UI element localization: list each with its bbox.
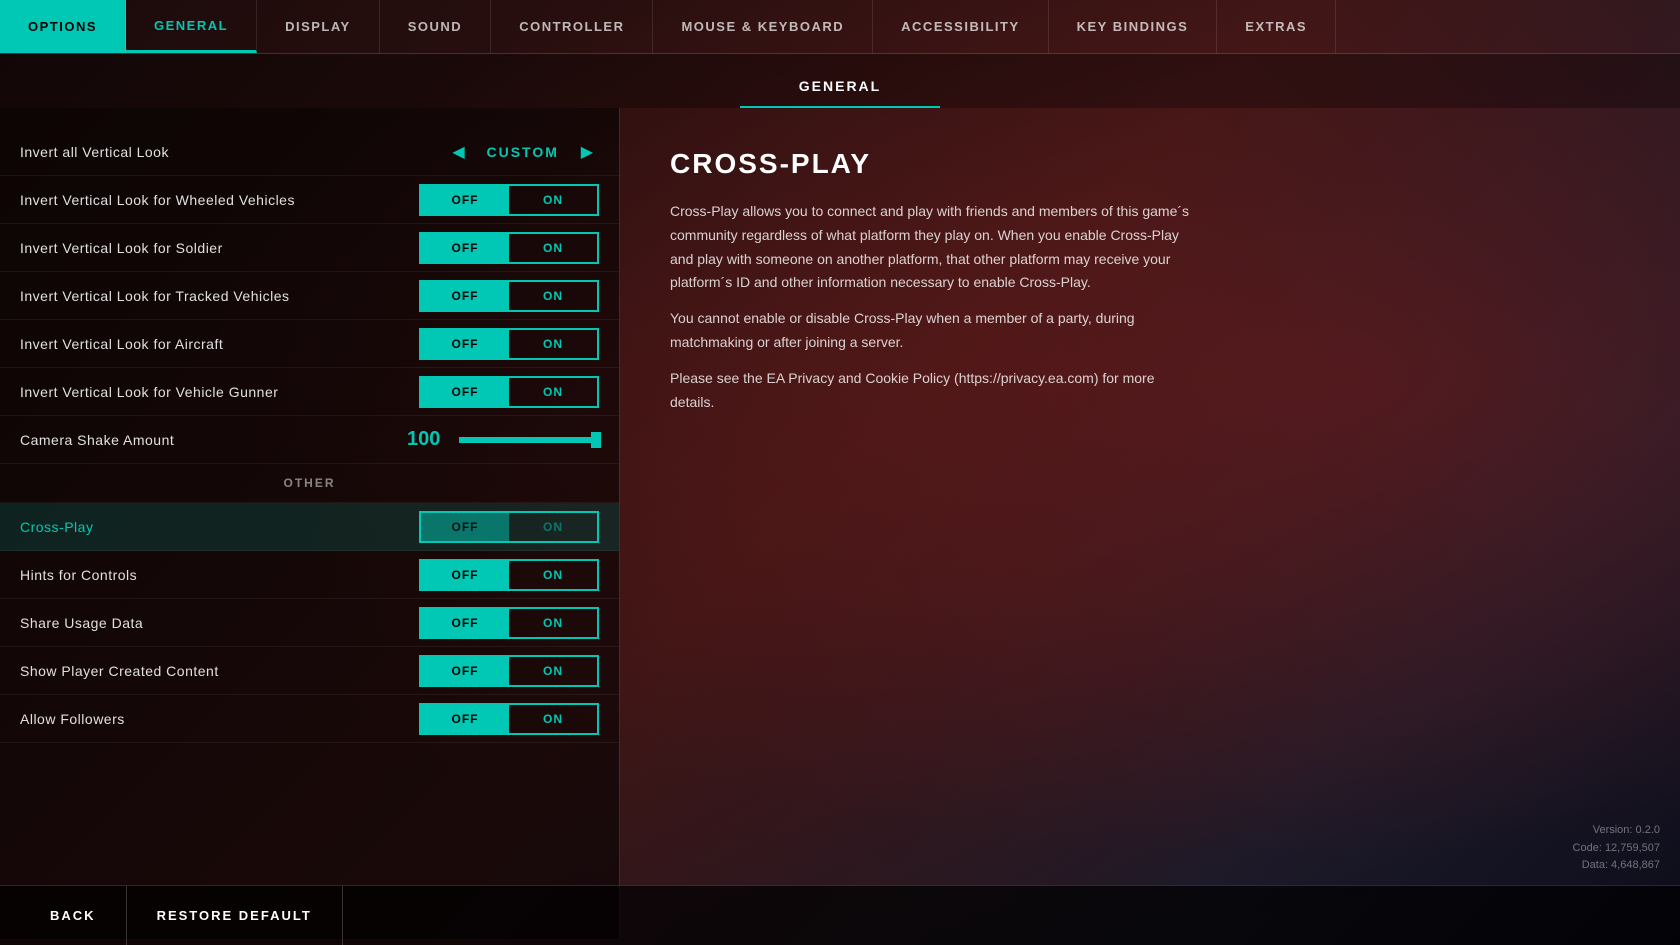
nav-item-extras[interactable]: EXTRAS bbox=[1217, 0, 1336, 53]
bottom-bar: BACK RESTORE DEFAULT bbox=[0, 885, 1680, 945]
nav-item-options[interactable]: OPTIONS bbox=[0, 0, 126, 53]
slider-value: 100 bbox=[407, 428, 447, 451]
version-line3: Data: 4,648,867 bbox=[1573, 857, 1660, 875]
hints-label: Hints for Controls bbox=[20, 567, 137, 583]
main-content: Invert all Vertical Look ◀ CUSTOM ▶ Inve… bbox=[0, 108, 1680, 939]
toggle-off-crossplay[interactable]: OFF bbox=[421, 513, 509, 541]
player-content-label: Show Player Created Content bbox=[20, 663, 219, 679]
toggle-followers[interactable]: OFF ON bbox=[419, 703, 599, 735]
setting-row-crossplay[interactable]: Cross-Play OFF ON bbox=[0, 503, 619, 551]
setting-row-usage: Share Usage Data OFF ON bbox=[0, 599, 619, 647]
toggle-aircraft[interactable]: OFF ON bbox=[419, 328, 599, 360]
toggle-off-usage[interactable]: OFF bbox=[421, 609, 509, 637]
nav-item-controller[interactable]: CONTROLLER bbox=[491, 0, 653, 53]
top-nav: OPTIONS GENERAL DISPLAY SOUND CONTROLLER… bbox=[0, 0, 1680, 54]
restore-default-button[interactable]: RESTORE DEFAULT bbox=[127, 886, 343, 945]
detail-paragraph-3: Please see the EA Privacy and Cookie Pol… bbox=[670, 367, 1190, 415]
toggle-soldier[interactable]: OFF ON bbox=[419, 232, 599, 264]
toggle-on-tracked[interactable]: ON bbox=[509, 282, 597, 310]
toggle-wheeled[interactable]: OFF ON bbox=[419, 184, 599, 216]
toggle-off-wheeled[interactable]: OFF bbox=[421, 186, 509, 214]
setting-row-soldier: Invert Vertical Look for Soldier OFF ON bbox=[0, 224, 619, 272]
toggle-off-tracked[interactable]: OFF bbox=[421, 282, 509, 310]
setting-row-tracked: Invert Vertical Look for Tracked Vehicle… bbox=[0, 272, 619, 320]
nav-item-accessibility[interactable]: ACCESSIBILITY bbox=[873, 0, 1048, 53]
slider-container: 100 bbox=[407, 428, 599, 451]
section-other: OTHER bbox=[0, 464, 619, 503]
nav-item-display[interactable]: DISPLAY bbox=[257, 0, 380, 53]
back-button[interactable]: BACK bbox=[20, 886, 127, 945]
detail-paragraph-1: Cross-Play allows you to connect and pla… bbox=[670, 200, 1190, 295]
toggle-gunner[interactable]: OFF ON bbox=[419, 376, 599, 408]
toggle-off-hints[interactable]: OFF bbox=[421, 561, 509, 589]
arrow-left-btn[interactable]: ◀ bbox=[446, 140, 470, 164]
toggle-off-followers[interactable]: OFF bbox=[421, 705, 509, 733]
right-panel: CROSS-PLAY Cross-Play allows you to conn… bbox=[620, 108, 1680, 939]
custom-selector: ◀ CUSTOM ▶ bbox=[446, 140, 599, 164]
toggle-on-wheeled[interactable]: ON bbox=[509, 186, 597, 214]
toggle-on-gunner[interactable]: ON bbox=[509, 378, 597, 406]
toggle-off-gunner[interactable]: OFF bbox=[421, 378, 509, 406]
version-info: Version: 0.2.0 Code: 12,759,507 Data: 4,… bbox=[1573, 822, 1660, 875]
toggle-player-content[interactable]: OFF ON bbox=[419, 655, 599, 687]
invert-all-label: Invert all Vertical Look bbox=[20, 144, 169, 160]
setting-row-aircraft: Invert Vertical Look for Aircraft OFF ON bbox=[0, 320, 619, 368]
setting-row-wheeled: Invert Vertical Look for Wheeled Vehicle… bbox=[0, 176, 619, 224]
camera-shake-label: Camera Shake Amount bbox=[20, 432, 174, 448]
toggle-hints[interactable]: OFF ON bbox=[419, 559, 599, 591]
nav-item-mouse-keyboard[interactable]: MOUSE & KEYBOARD bbox=[653, 0, 873, 53]
nav-item-sound[interactable]: SOUND bbox=[380, 0, 491, 53]
version-line2: Code: 12,759,507 bbox=[1573, 840, 1660, 858]
detail-text: Cross-Play allows you to connect and pla… bbox=[670, 200, 1190, 414]
soldier-label: Invert Vertical Look for Soldier bbox=[20, 240, 223, 256]
slider-track[interactable] bbox=[459, 437, 599, 443]
setting-row-gunner: Invert Vertical Look for Vehicle Gunner … bbox=[0, 368, 619, 416]
tracked-label: Invert Vertical Look for Tracked Vehicle… bbox=[20, 288, 290, 304]
setting-row-followers: Allow Followers OFF ON bbox=[0, 695, 619, 743]
toggle-on-hints[interactable]: ON bbox=[509, 561, 597, 589]
toggle-off-player-content[interactable]: OFF bbox=[421, 657, 509, 685]
setting-row-invert-all: Invert all Vertical Look ◀ CUSTOM ▶ bbox=[0, 128, 619, 176]
toggle-on-crossplay[interactable]: ON bbox=[509, 513, 597, 541]
left-panel: Invert all Vertical Look ◀ CUSTOM ▶ Inve… bbox=[0, 108, 620, 939]
setting-row-camera-shake: Camera Shake Amount 100 bbox=[0, 416, 619, 464]
custom-value: CUSTOM bbox=[483, 144, 563, 160]
slider-thumb[interactable] bbox=[591, 432, 601, 448]
setting-row-player-content: Show Player Created Content OFF ON bbox=[0, 647, 619, 695]
slider-fill bbox=[459, 437, 599, 443]
nav-item-general[interactable]: GENERAL bbox=[126, 0, 257, 53]
toggle-off-soldier[interactable]: OFF bbox=[421, 234, 509, 262]
arrow-right-btn[interactable]: ▶ bbox=[575, 140, 599, 164]
crossplay-label: Cross-Play bbox=[20, 519, 93, 535]
followers-label: Allow Followers bbox=[20, 711, 125, 727]
detail-title: CROSS-PLAY bbox=[670, 148, 1630, 180]
aircraft-label: Invert Vertical Look for Aircraft bbox=[20, 336, 223, 352]
toggle-usage[interactable]: OFF ON bbox=[419, 607, 599, 639]
toggle-on-usage[interactable]: ON bbox=[509, 609, 597, 637]
toggle-on-player-content[interactable]: ON bbox=[509, 657, 597, 685]
toggle-off-aircraft[interactable]: OFF bbox=[421, 330, 509, 358]
setting-row-hints: Hints for Controls OFF ON bbox=[0, 551, 619, 599]
toggle-crossplay[interactable]: OFF ON bbox=[419, 511, 599, 543]
toggle-tracked[interactable]: OFF ON bbox=[419, 280, 599, 312]
usage-label: Share Usage Data bbox=[20, 615, 143, 631]
wheeled-label: Invert Vertical Look for Wheeled Vehicle… bbox=[20, 192, 295, 208]
toggle-on-followers[interactable]: ON bbox=[509, 705, 597, 733]
nav-item-key-bindings[interactable]: KEY BINDINGS bbox=[1049, 0, 1218, 53]
page-title: GENERAL bbox=[740, 64, 940, 108]
detail-paragraph-2: You cannot enable or disable Cross-Play … bbox=[670, 307, 1190, 355]
toggle-on-aircraft[interactable]: ON bbox=[509, 330, 597, 358]
toggle-on-soldier[interactable]: ON bbox=[509, 234, 597, 262]
gunner-label: Invert Vertical Look for Vehicle Gunner bbox=[20, 384, 278, 400]
version-line1: Version: 0.2.0 bbox=[1573, 822, 1660, 840]
